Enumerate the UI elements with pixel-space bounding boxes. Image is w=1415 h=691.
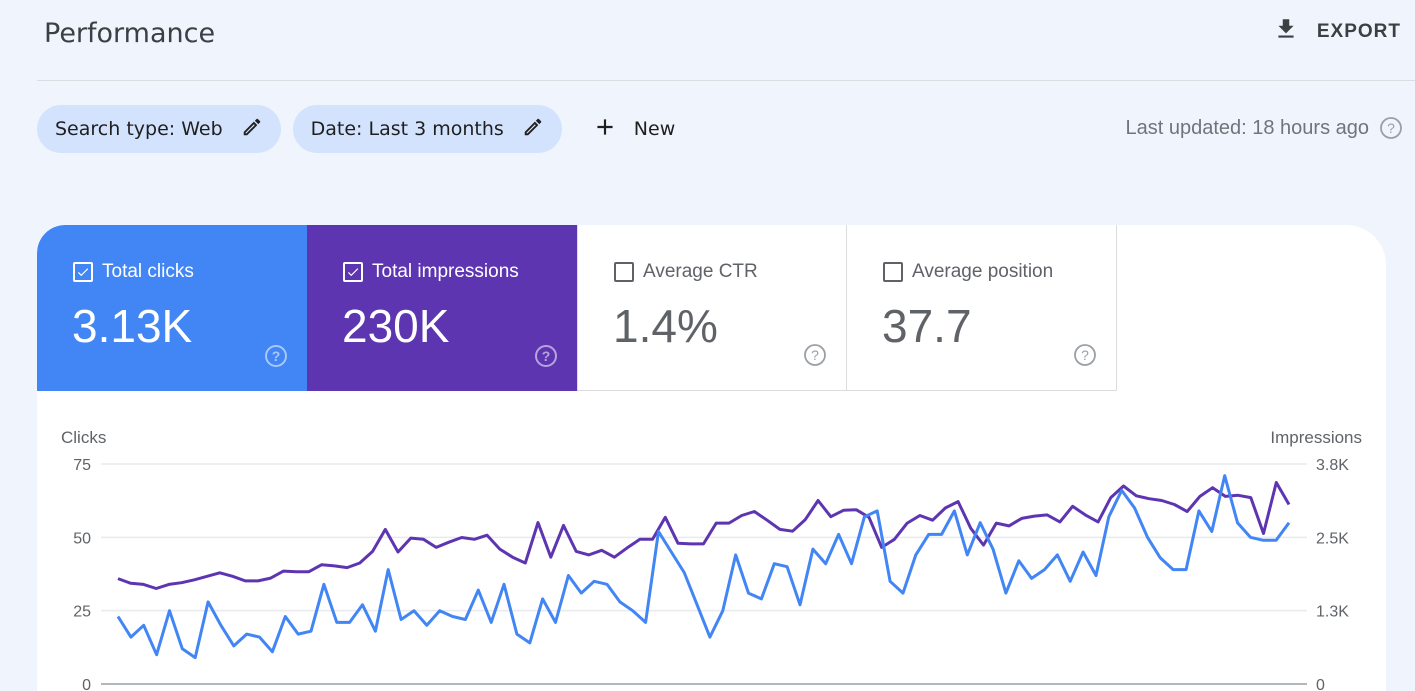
chip-label: Date: Last 3 months [310, 118, 504, 140]
metric-tiles: Total clicks 3.13K ? Total impressions 2… [37, 225, 1117, 391]
left-axis-tick-label: 0 [82, 677, 91, 691]
metric-value: 230K [342, 300, 450, 352]
chip-label: Search type: Web [55, 118, 223, 140]
export-button[interactable]: EXPORT [1273, 16, 1401, 47]
new-filter-button[interactable]: New [592, 114, 675, 145]
download-icon [1273, 16, 1299, 47]
performance-card: Total clicks 3.13K ? Total impressions 2… [37, 225, 1386, 691]
checkbox-checked-icon[interactable] [73, 262, 93, 282]
metric-tile-total-impressions[interactable]: Total impressions 230K ? [307, 225, 577, 391]
metric-value: 37.7 [882, 300, 972, 352]
metric-tile-average-ctr[interactable]: Average CTR 1.4% ? [577, 225, 847, 391]
help-icon[interactable]: ? [1379, 116, 1403, 140]
new-label: New [633, 118, 676, 140]
date-range-chip[interactable]: Date: Last 3 months [292, 105, 562, 153]
svg-text:?: ? [811, 347, 819, 363]
checkbox-unchecked-icon[interactable] [883, 262, 903, 282]
page-title: Performance [44, 18, 216, 49]
help-icon[interactable]: ? [264, 344, 288, 373]
last-updated: Last updated: 18 hours ago ? [1125, 116, 1403, 140]
export-label: EXPORT [1316, 20, 1401, 42]
metric-label: Total clicks [102, 261, 194, 282]
svg-text:?: ? [1081, 347, 1089, 363]
edit-pencil-icon [522, 116, 544, 143]
help-icon[interactable]: ? [803, 343, 827, 372]
search-type-chip[interactable]: Search type: Web [37, 105, 281, 153]
help-icon[interactable]: ? [1073, 343, 1097, 372]
metric-label: Average position [912, 261, 1054, 282]
performance-chart: Clicks Impressions 0 0 25 1.3K 50 2.5K 75 3.8K [37, 420, 1386, 691]
left-axis-tick-label: 50 [73, 530, 91, 547]
right-axis-tick-label: 1.3K [1316, 604, 1349, 621]
left-axis-tick-label: 25 [73, 604, 91, 621]
metric-label: Total impressions [372, 261, 519, 282]
metric-value: 3.13K [72, 300, 193, 352]
right-axis-tick-label: 3.8K [1316, 457, 1349, 474]
last-updated-text: Last updated: 18 hours ago [1125, 116, 1369, 139]
right-axis-tick-label: 2.5K [1316, 530, 1349, 547]
series-line-impressions [117, 481, 1291, 590]
svg-text:?: ? [272, 348, 281, 364]
page-header: Performance EXPORT [37, 0, 1415, 81]
metric-tile-average-position[interactable]: Average position 37.7 ? [847, 225, 1117, 391]
svg-text:?: ? [542, 348, 551, 364]
filter-bar: Search type: Web Date: Last 3 months New [37, 105, 675, 153]
plus-icon [592, 114, 618, 145]
svg-text:?: ? [1387, 120, 1395, 136]
metric-label: Average CTR [643, 261, 758, 282]
metric-value: 1.4% [613, 300, 718, 352]
checkbox-unchecked-icon[interactable] [614, 262, 634, 282]
checkbox-checked-icon[interactable] [343, 262, 363, 282]
metric-tile-total-clicks[interactable]: Total clicks 3.13K ? [37, 225, 307, 391]
chart-canvas: 0 0 25 1.3K 50 2.5K 75 3.8K [73, 457, 1349, 691]
series-line-clicks [116, 474, 1291, 660]
left-axis-tick-label: 75 [73, 457, 91, 474]
right-axis-tick-label: 0 [1316, 677, 1325, 691]
edit-pencil-icon [241, 116, 263, 143]
help-icon[interactable]: ? [534, 344, 558, 373]
